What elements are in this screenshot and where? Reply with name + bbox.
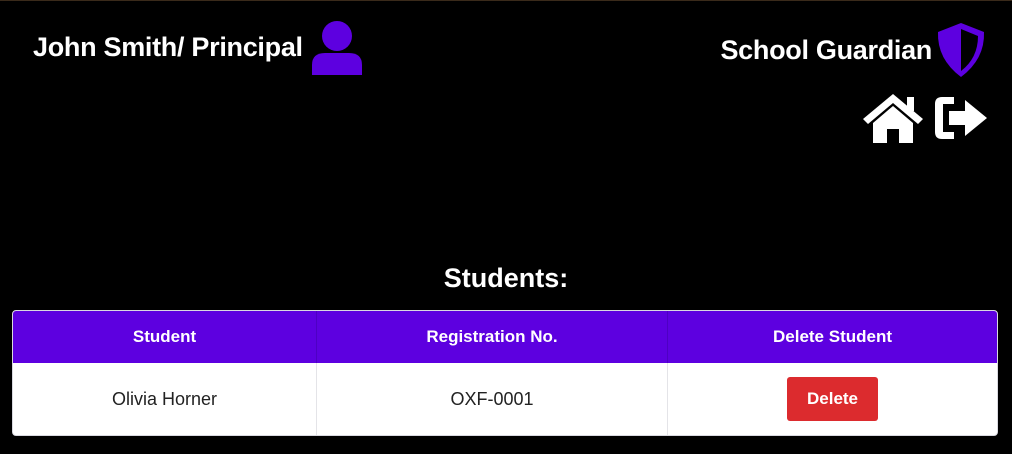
shield-icon: [937, 23, 985, 77]
cell-student-name: Olivia Horner: [13, 363, 317, 435]
brand-name: School Guardian: [720, 34, 932, 65]
nav-icons: [860, 91, 990, 145]
cell-delete-action: Delete: [667, 363, 997, 435]
table-row: Olivia Horner OXF-0001 Delete: [13, 363, 997, 435]
user-icon: [311, 21, 362, 75]
user-name-label: John Smith/ Principal: [33, 31, 303, 62]
user-info: John Smith/ Principal: [33, 19, 365, 75]
column-header-delete: Delete Student: [667, 311, 997, 363]
section-title: Students:: [443, 263, 569, 293]
delete-button[interactable]: Delete: [786, 377, 879, 421]
students-table: Student Registration No. Delete Student …: [12, 310, 998, 436]
table-header-row: Student Registration No. Delete Student: [13, 311, 997, 363]
home-icon[interactable]: [860, 91, 926, 145]
column-header-student: Student: [13, 311, 317, 363]
column-header-registration: Registration No.: [316, 311, 668, 363]
page: John Smith/ Principal School Guardian St…: [0, 0, 1012, 454]
brand: School Guardian: [720, 21, 988, 79]
cell-registration-no: OXF-0001: [316, 363, 668, 435]
logout-icon[interactable]: [932, 94, 990, 142]
